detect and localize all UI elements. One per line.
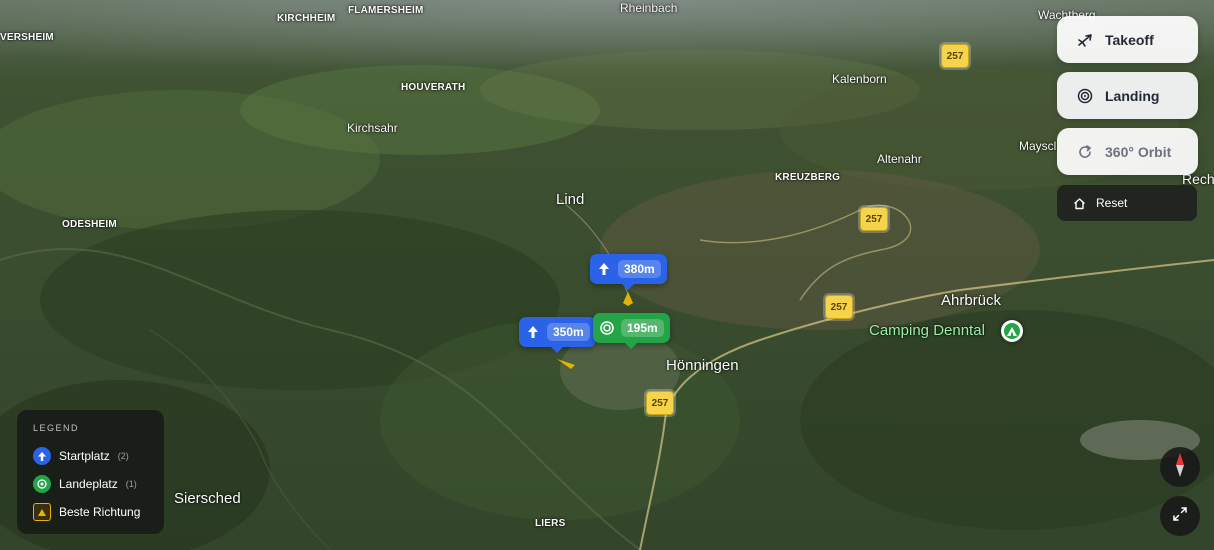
altitude-label: 195m — [621, 319, 664, 337]
legend-label: Landeplatz — [59, 477, 118, 491]
altitude-label: 350m — [547, 323, 590, 341]
place-label: Lind — [556, 191, 585, 208]
legend-label: Beste Richtung — [59, 505, 141, 519]
arrow-up-icon — [33, 447, 51, 465]
place-label: Kalenborn — [832, 72, 887, 86]
place-label: Kirchsahr — [347, 121, 398, 135]
target-icon — [1077, 88, 1093, 104]
place-label: KREUZBERG — [775, 172, 841, 183]
marker-pointer — [622, 284, 635, 290]
place-label: VERSHEIM — [0, 32, 54, 43]
road-shield: 257 — [646, 391, 674, 415]
legend-item-beste-richtung: Beste Richtung — [33, 498, 148, 526]
place-label: Mayscl — [1019, 139, 1057, 153]
arrow-up-icon — [525, 324, 541, 340]
place-label: Rheinbach — [620, 1, 678, 15]
road-shield: 257 — [941, 44, 969, 68]
takeoff-label: Takeoff — [1105, 31, 1154, 48]
legend-count: (2) — [117, 451, 129, 461]
legend-label: Startplatz — [59, 449, 110, 463]
reset-button[interactable]: Reset — [1057, 185, 1197, 221]
orbit-label: 360° Orbit — [1105, 143, 1172, 160]
reset-label: Reset — [1096, 196, 1128, 210]
arrow-up-icon — [596, 261, 612, 277]
compass-icon — [1173, 452, 1187, 482]
legend-item-landeplatz: Landeplatz (1) — [33, 470, 148, 498]
wind-direction-arrow — [623, 292, 633, 306]
place-label: KIRCHHEIM — [277, 13, 336, 24]
home-icon — [1073, 196, 1087, 210]
fullscreen-icon — [1173, 506, 1187, 526]
compass-button[interactable] — [1160, 447, 1200, 487]
target-icon — [599, 320, 615, 336]
place-label: FLAMERSHEIM — [348, 5, 424, 16]
place-label: ODESHEIM — [62, 219, 117, 230]
road-shield: 257 — [860, 207, 888, 231]
place-label: LIERS — [535, 518, 566, 529]
place-label: HOUVERATH — [401, 82, 466, 93]
place-label: Hönningen — [666, 357, 739, 374]
orbit-button[interactable]: 360° Orbit — [1057, 128, 1198, 175]
marker-pointer — [551, 347, 564, 353]
landing-label: Landing — [1105, 87, 1160, 104]
landing-button[interactable]: Landing — [1057, 72, 1198, 119]
place-label: Ahrbrück — [941, 292, 1002, 309]
legend-panel: LEGEND Startplatz (2) Landeplatz (1) Bes… — [17, 410, 164, 534]
legend-title: LEGEND — [33, 423, 80, 433]
legend-item-startplatz: Startplatz (2) — [33, 442, 148, 470]
takeoff-button[interactable]: Takeoff — [1057, 16, 1198, 63]
poi-label: Camping Denntal — [869, 322, 985, 339]
takeoff-marker[interactable]: 350m — [519, 317, 596, 353]
satellite-map[interactable]: KIRCHHEIM FLAMERSHEIM Rheinbach Wachtber… — [0, 0, 1214, 550]
wind-direction-arrow — [557, 356, 575, 369]
fullscreen-button[interactable] — [1160, 496, 1200, 536]
legend-count: (1) — [125, 479, 137, 489]
rotate-icon — [1077, 144, 1093, 160]
target-icon — [33, 475, 51, 493]
place-label: Altenahr — [877, 152, 922, 166]
marker-pointer — [625, 343, 638, 349]
triangle-icon — [33, 503, 51, 521]
camping-tent-icon[interactable] — [1001, 320, 1023, 342]
landing-marker[interactable]: 195m — [593, 313, 670, 349]
plane-takeoff-icon — [1077, 32, 1093, 48]
road-shield: 257 — [825, 295, 853, 319]
place-label: Siersched — [174, 490, 241, 507]
altitude-label: 380m — [618, 260, 661, 278]
takeoff-marker[interactable]: 380m — [590, 254, 667, 290]
